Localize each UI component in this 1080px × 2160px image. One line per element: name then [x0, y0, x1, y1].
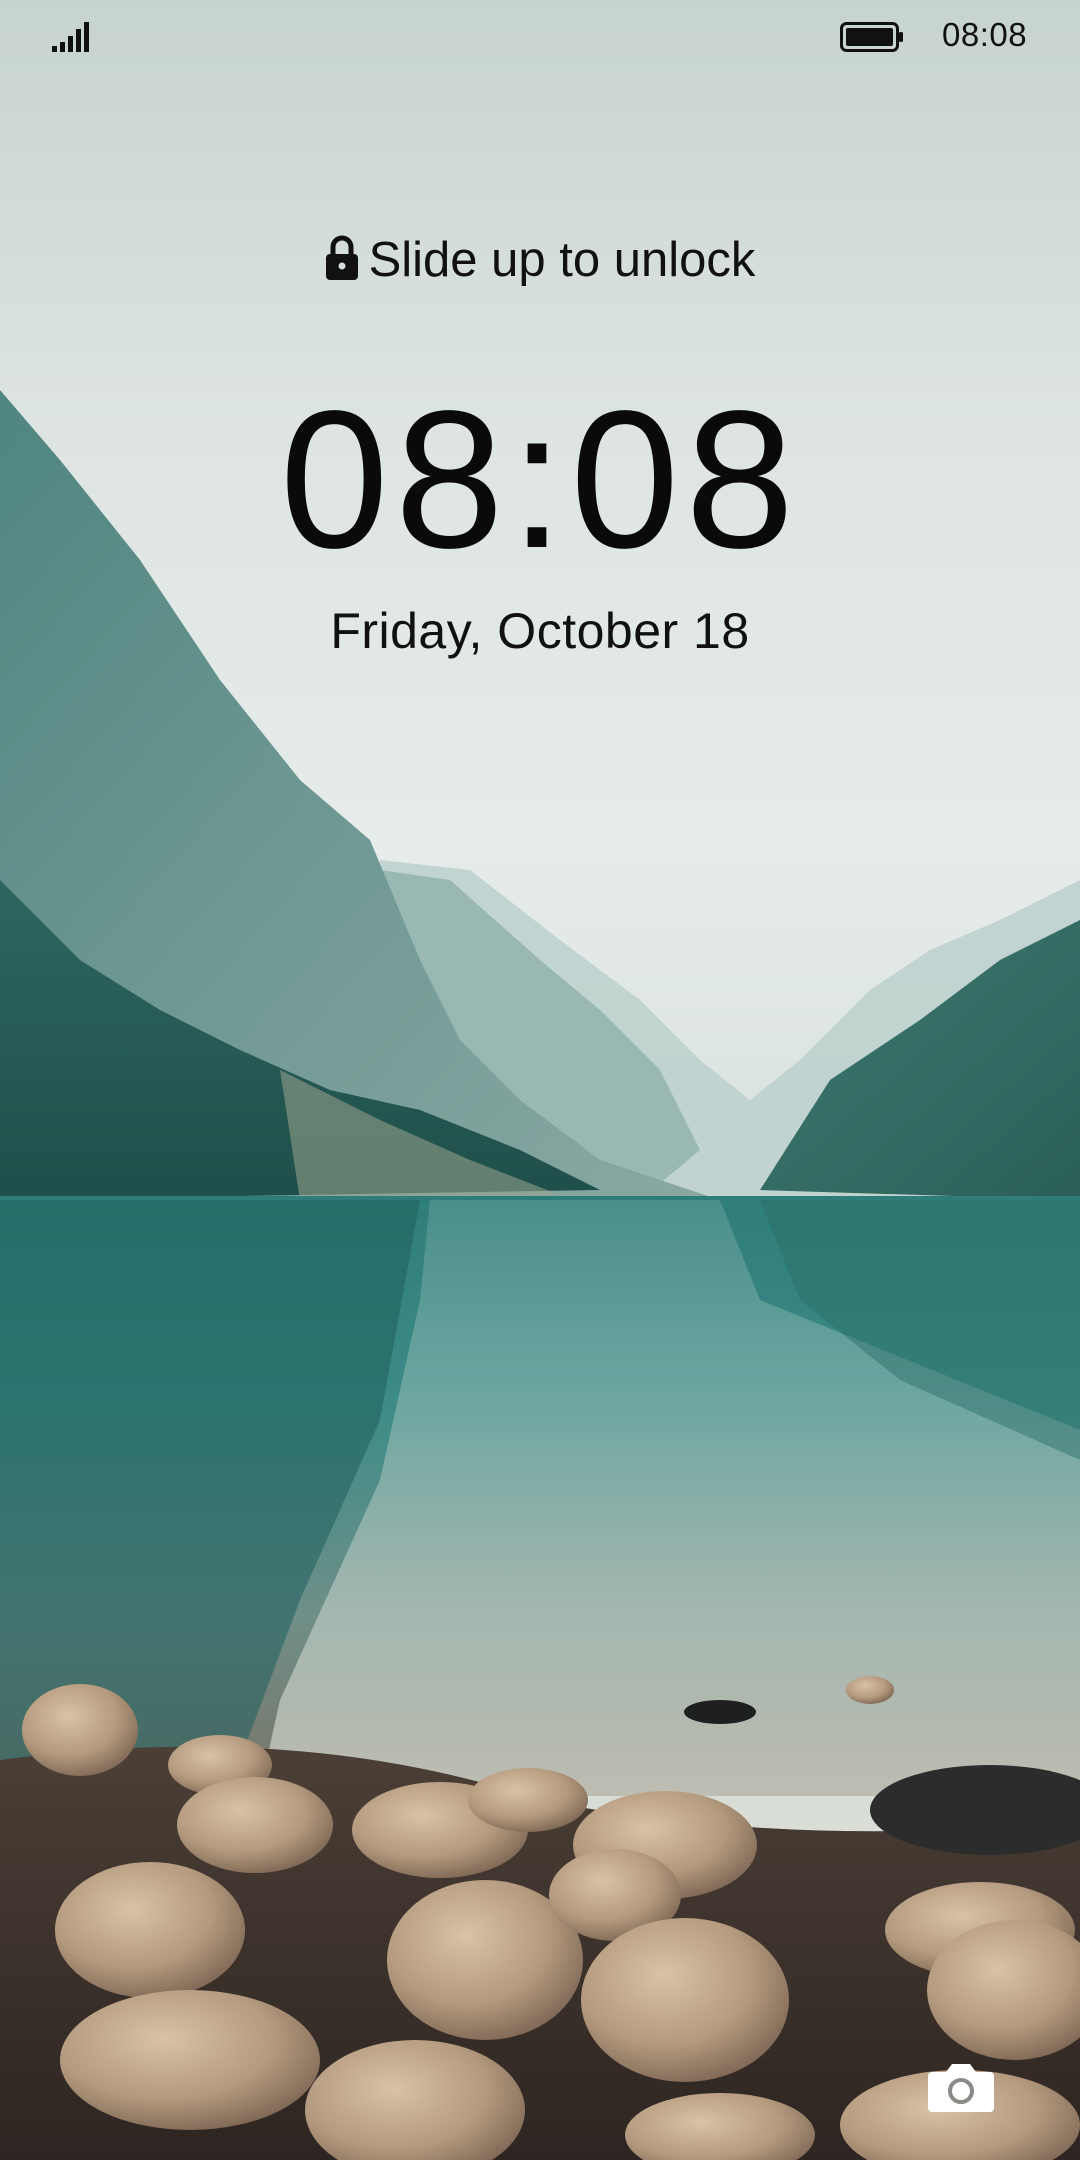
- battery-full-icon: [840, 22, 903, 52]
- signal-bars-icon: [52, 22, 89, 52]
- lock-clock: 08:08: [279, 370, 801, 589]
- lock-date: Friday, October 18: [330, 603, 750, 659]
- wallpaper-image: [0, 0, 1080, 2160]
- lock-screen[interactable]: 08:08 Slide up to unlock 08:08 Friday, O…: [0, 0, 1080, 2160]
- status-bar-time: 08:08: [942, 16, 1028, 53]
- unlock-hint-text: Slide up to unlock: [368, 233, 756, 287]
- camera-icon[interactable]: [926, 2058, 996, 2114]
- status-bar: 08:08: [0, 0, 1080, 72]
- lock-icon: [325, 235, 358, 280]
- unlock-hint: Slide up to unlock: [0, 232, 1080, 288]
